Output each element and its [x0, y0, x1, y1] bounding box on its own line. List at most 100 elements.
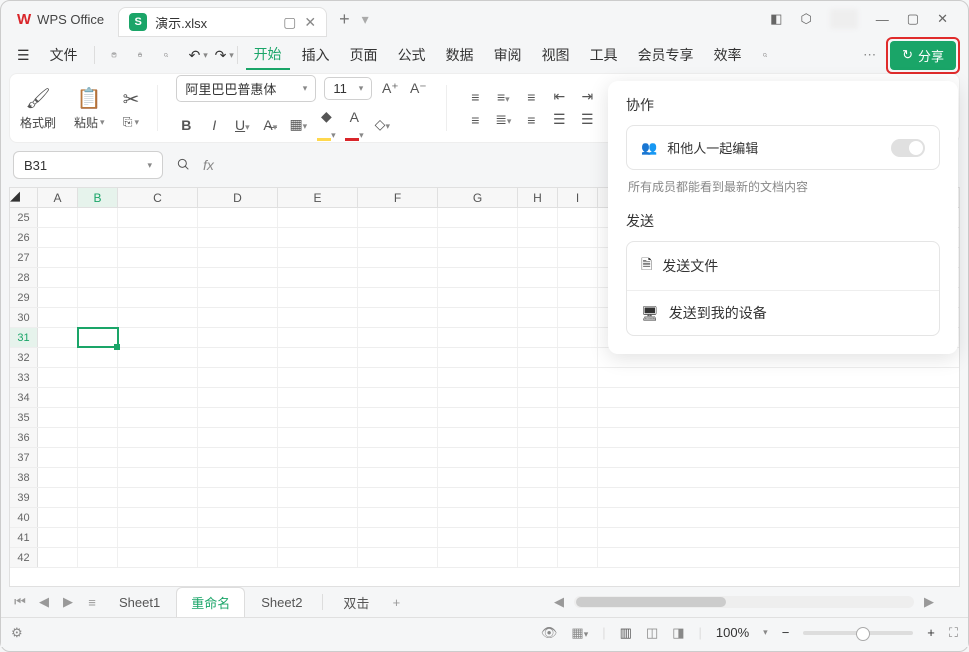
col-header-C[interactable]: C — [118, 188, 198, 207]
cell[interactable] — [558, 528, 598, 547]
cell[interactable] — [278, 328, 358, 347]
undo-icon[interactable]: ↶▾ — [181, 43, 203, 68]
sheet-tab-3[interactable]: Sheet2 — [247, 590, 316, 615]
cell[interactable] — [278, 528, 358, 547]
sheet-next-icon[interactable]: ▶ — [57, 594, 79, 610]
cell[interactable] — [558, 228, 598, 247]
cell[interactable] — [38, 268, 78, 287]
cell[interactable] — [278, 228, 358, 247]
cell[interactable] — [438, 528, 518, 547]
user-avatar[interactable] — [830, 9, 858, 29]
cell[interactable] — [438, 348, 518, 367]
cell[interactable] — [198, 428, 278, 447]
cell[interactable] — [38, 408, 78, 427]
cell[interactable] — [278, 548, 358, 567]
edit-together-card[interactable]: 👥 和他人一起编辑 — [626, 125, 940, 170]
col-header-A[interactable]: A — [38, 188, 78, 207]
chat-icon[interactable]: ⋯ — [863, 47, 876, 63]
cell[interactable] — [518, 228, 558, 247]
row-header[interactable]: 39 — [10, 488, 38, 507]
cell[interactable] — [558, 308, 598, 327]
cell[interactable] — [518, 308, 558, 327]
settings-icon[interactable]: ⚙ — [11, 625, 23, 641]
sheet-list-icon[interactable]: ≡ — [81, 595, 103, 610]
row-header[interactable]: 27 — [10, 248, 38, 267]
cell[interactable] — [278, 488, 358, 507]
cell[interactable] — [358, 408, 438, 427]
cell[interactable] — [38, 288, 78, 307]
sheet-tab-active[interactable]: 重命名 — [176, 587, 245, 617]
cell[interactable] — [198, 548, 278, 567]
cut-button[interactable]: ✂ ⎘▾ — [123, 86, 140, 130]
paste-button[interactable]: 📋 粘贴▾ — [74, 85, 105, 131]
cell[interactable] — [118, 248, 198, 267]
bold-icon[interactable]: B — [176, 117, 196, 133]
cell[interactable] — [358, 248, 438, 267]
select-all-corner[interactable]: ◢ — [10, 188, 38, 207]
cell[interactable] — [558, 488, 598, 507]
cell[interactable] — [38, 348, 78, 367]
cell[interactable] — [558, 448, 598, 467]
cell[interactable] — [78, 528, 118, 547]
row-header[interactable]: 41 — [10, 528, 38, 547]
cell[interactable] — [278, 288, 358, 307]
cell[interactable] — [278, 208, 358, 227]
cell[interactable] — [558, 508, 598, 527]
send-device-item[interactable]: 🖥 发送到我的设备 — [627, 290, 939, 335]
strikethrough-icon[interactable]: A̶▾ — [260, 117, 280, 133]
cell[interactable] — [78, 448, 118, 467]
cell[interactable] — [358, 308, 438, 327]
align-center-icon[interactable]: ≣▾ — [493, 111, 513, 128]
cell[interactable] — [38, 308, 78, 327]
cell[interactable] — [438, 248, 518, 267]
cell[interactable] — [558, 368, 598, 387]
cell[interactable] — [278, 348, 358, 367]
cell[interactable] — [118, 348, 198, 367]
new-tab-button[interactable]: + — [327, 9, 362, 30]
tab-vip[interactable]: 会员专享 — [630, 41, 702, 69]
cell[interactable] — [198, 408, 278, 427]
cell[interactable] — [558, 328, 598, 347]
cell[interactable] — [518, 288, 558, 307]
cell[interactable] — [198, 508, 278, 527]
cell[interactable] — [38, 508, 78, 527]
close-icon[interactable]: ✕ — [937, 11, 948, 27]
tab-view[interactable]: 视图 — [534, 41, 578, 69]
cell[interactable] — [198, 368, 278, 387]
row-header[interactable]: 25 — [10, 208, 38, 227]
cell[interactable] — [198, 228, 278, 247]
zoom-value[interactable]: 100% — [716, 625, 749, 640]
cell[interactable] — [358, 488, 438, 507]
cell[interactable] — [558, 208, 598, 227]
cell[interactable] — [518, 528, 558, 547]
cell[interactable] — [198, 388, 278, 407]
sheet-prev-icon[interactable]: ◀ — [33, 594, 55, 610]
eye-icon[interactable]: 👁 — [541, 625, 558, 641]
cell[interactable] — [198, 208, 278, 227]
cell[interactable] — [518, 488, 558, 507]
cell[interactable] — [518, 468, 558, 487]
cell[interactable] — [558, 428, 598, 447]
cell[interactable] — [438, 468, 518, 487]
cell[interactable] — [278, 248, 358, 267]
cell[interactable] — [438, 228, 518, 247]
cell[interactable] — [38, 528, 78, 547]
cell[interactable] — [118, 228, 198, 247]
cell[interactable] — [118, 528, 198, 547]
cell[interactable] — [198, 448, 278, 467]
print-icon[interactable] — [129, 43, 151, 67]
cell[interactable] — [438, 508, 518, 527]
cell[interactable] — [278, 508, 358, 527]
cell[interactable] — [78, 548, 118, 567]
cell[interactable] — [518, 508, 558, 527]
font-color-icon[interactable]: A▾ — [344, 109, 364, 141]
cell[interactable] — [518, 548, 558, 567]
cell[interactable] — [198, 248, 278, 267]
cell[interactable] — [358, 228, 438, 247]
cell[interactable] — [118, 328, 198, 347]
cell[interactable] — [118, 468, 198, 487]
row-header[interactable]: 38 — [10, 468, 38, 487]
cell[interactable] — [278, 408, 358, 427]
cell[interactable] — [278, 388, 358, 407]
cell[interactable] — [198, 348, 278, 367]
